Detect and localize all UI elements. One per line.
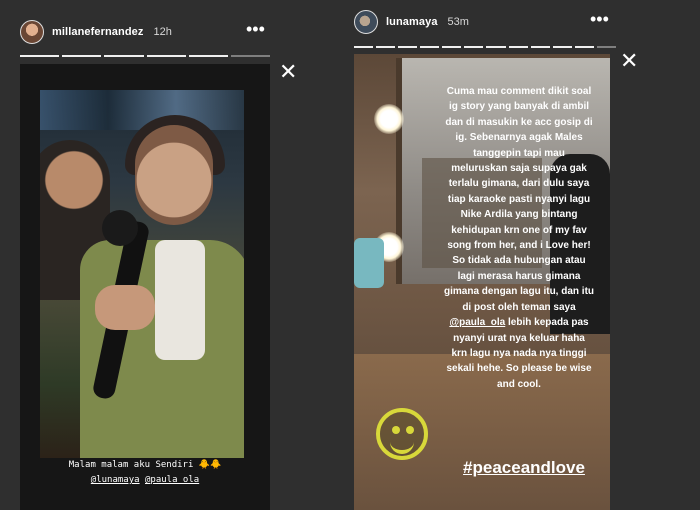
progress-segment: [104, 55, 144, 57]
caption-text: Cuma mau comment dikit soal ig story yan…: [444, 86, 595, 313]
story-header-left: millanefernandez 12h: [20, 20, 172, 44]
story-media[interactable]: Cuma mau comment dikit soal ig story yan…: [354, 54, 610, 510]
progress-segment: [146, 55, 186, 57]
progress-segment: [376, 46, 396, 48]
singer-face: [135, 125, 213, 225]
story-caption: Malam malam aku Sendiri 🐥🐥 @lunamaya @pa…: [20, 458, 270, 488]
progress-segment: [188, 55, 228, 57]
progress-segment: [354, 46, 374, 48]
progress-segment: [574, 46, 594, 48]
post-time: 12h: [153, 26, 172, 38]
handbag: [354, 238, 384, 288]
smiley-mouth: [390, 438, 414, 454]
caption-line: Malam malam aku Sendiri 🐥🐥: [68, 460, 222, 470]
progress-segment: [20, 55, 60, 57]
microphone-head: [102, 210, 138, 246]
mention-link[interactable]: @lunamaya: [91, 475, 140, 485]
progress-segment: [442, 46, 462, 48]
caption-mentions: @lunamaya @paula_ola: [20, 473, 270, 488]
hashtag-link[interactable]: #peaceandlove: [444, 458, 604, 478]
ceiling-lights: [40, 90, 244, 130]
mirror-bulb: [374, 104, 404, 134]
story-progress-bar: [354, 46, 616, 48]
close-icon[interactable]: ✕: [279, 61, 297, 83]
story-media[interactable]: Malam malam aku Sendiri 🐥🐥 @lunamaya @pa…: [20, 64, 270, 510]
story-left: millanefernandez 12h ••• ✕ Malam malam a…: [0, 0, 340, 510]
singer-shirt: [155, 240, 205, 360]
close-icon[interactable]: ✕: [620, 50, 638, 72]
progress-segment: [398, 46, 418, 48]
progress-segment: [230, 55, 271, 57]
smiley-eye: [406, 426, 414, 434]
story-right: lunamaya 53m ••• ✕ Cuma mau comment diki…: [340, 0, 700, 510]
story-caption: Cuma mau comment dikit soal ig story yan…: [444, 84, 594, 392]
more-options-icon[interactable]: •••: [246, 20, 265, 38]
username[interactable]: lunamaya: [386, 16, 438, 28]
avatar[interactable]: [20, 20, 44, 44]
progress-segment: [596, 46, 616, 48]
username[interactable]: millanefernandez: [52, 26, 143, 38]
story-header-right: lunamaya 53m: [354, 10, 469, 34]
progress-segment: [508, 46, 528, 48]
story-video: [40, 90, 244, 458]
mention-link[interactable]: @paula_ola: [449, 317, 505, 328]
progress-segment: [552, 46, 572, 48]
mention-link[interactable]: @paula_ola: [145, 475, 199, 485]
progress-segment: [420, 46, 440, 48]
progress-segment: [486, 46, 506, 48]
progress-segment: [464, 46, 484, 48]
story-progress-bar: [20, 55, 271, 57]
progress-segment: [530, 46, 550, 48]
avatar[interactable]: [354, 10, 378, 34]
smiley-sticker-icon: [376, 408, 428, 460]
post-time: 53m: [447, 16, 469, 28]
singer-hand: [95, 285, 155, 330]
smiley-eye: [392, 426, 400, 434]
progress-segment: [62, 55, 102, 57]
more-options-icon[interactable]: •••: [590, 10, 609, 28]
